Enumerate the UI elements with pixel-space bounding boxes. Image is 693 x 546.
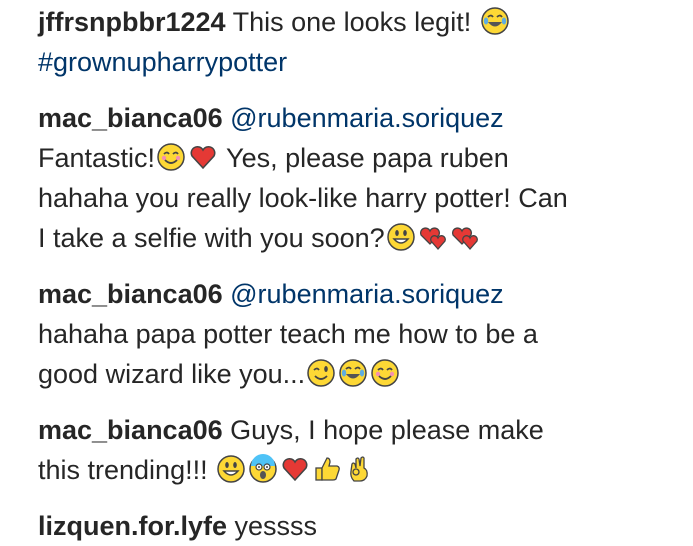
two-hearts-emoji-icon — [418, 222, 448, 252]
comment-text: Guys, I hope please make — [222, 415, 544, 445]
laughing-tears-emoji-icon — [338, 358, 368, 388]
comment-username[interactable]: jffrsnpbbr1224 — [38, 7, 226, 37]
comment-item: mac_bianca06 @rubenmaria.soriquez Fantast… — [38, 98, 678, 258]
heart-emoji-icon — [280, 454, 310, 484]
smiling-blush-emoji-icon — [370, 358, 400, 388]
heart-emoji-icon — [188, 142, 218, 172]
laughing-tears-emoji-icon — [480, 6, 510, 36]
mention-link[interactable]: @rubenmaria.soriquez — [230, 279, 504, 309]
comment-username[interactable]: mac_bianca06 — [38, 415, 223, 445]
comments-list: jffrsnpbbr1224 This one looks legit! #gr… — [38, 2, 678, 546]
mention-link[interactable]: @rubenmaria.soriquez — [230, 103, 504, 133]
comment-text: This one looks legit! — [225, 7, 479, 37]
comment-item: lizquen.for.lyfe yessss — [38, 506, 678, 546]
grinning-emoji-icon — [386, 222, 416, 252]
two-hearts-emoji-icon — [450, 222, 480, 252]
comment-text: hahaha papa potter teach me how to be a — [38, 319, 538, 349]
comment-text: good wizard like you... — [38, 359, 306, 389]
smiling-blush-emoji-icon — [156, 142, 186, 172]
comment-item: mac_bianca06 @rubenmaria.soriquez hahaha … — [38, 274, 678, 394]
screaming-emoji-icon — [248, 454, 278, 484]
ok-hand-emoji-icon — [344, 454, 374, 484]
comment-item: mac_bianca06 Guys, I hope please make thi… — [38, 410, 678, 490]
comment-text: this trending!!! — [38, 455, 216, 485]
comment-text: hahaha you really look-like harry potter… — [38, 183, 568, 213]
comment-text: Fantastic! — [38, 143, 156, 173]
comment-username[interactable]: lizquen.for.lyfe — [38, 511, 227, 541]
comment-item: jffrsnpbbr1224 This one looks legit! #gr… — [38, 2, 678, 82]
comment-username[interactable]: mac_bianca06 — [38, 103, 223, 133]
hashtag-link[interactable]: #grownupharrypotter — [38, 47, 287, 77]
comment-text: Yes, please papa ruben — [219, 143, 509, 173]
grinning-emoji-icon — [216, 454, 246, 484]
comment-text: I take a selfie with you soon? — [38, 223, 385, 253]
winking-emoji-icon — [306, 358, 336, 388]
comment-text: yessss — [227, 511, 318, 541]
comment-username[interactable]: mac_bianca06 — [38, 279, 223, 309]
thumbs-up-emoji-icon — [312, 454, 342, 484]
